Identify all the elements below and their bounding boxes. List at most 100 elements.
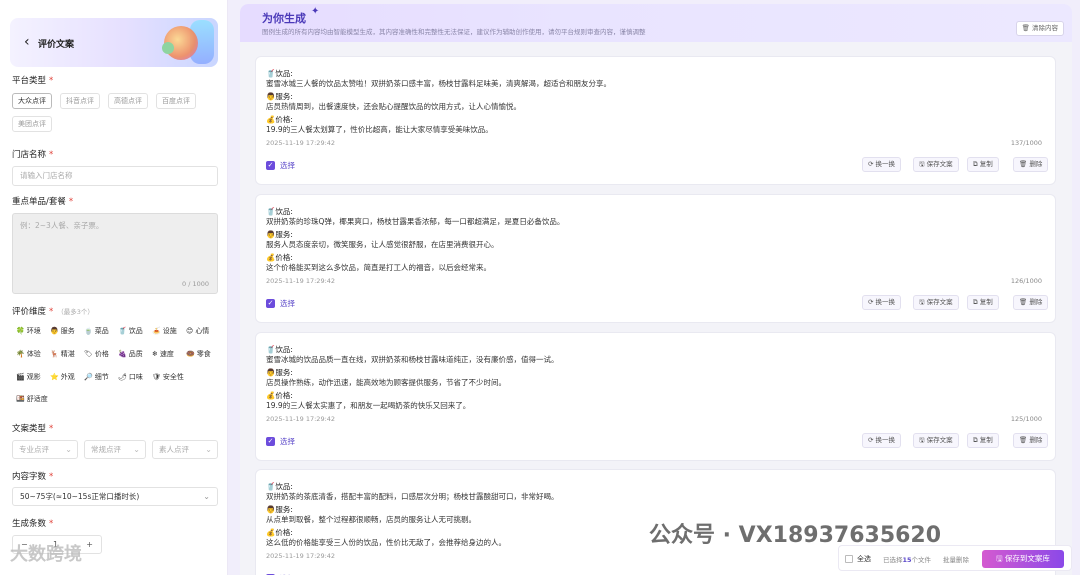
copytype-regular[interactable]: 常规点评 ⌄ xyxy=(84,440,146,459)
card-section-text: 双拼奶茶的茶底清香，搭配丰富的配料，口感层次分明；杨枝甘露酸甜可口，非常好喝。 xyxy=(266,492,559,501)
dim-speed[interactable]: ❄ 速度 xyxy=(152,349,174,359)
store-name-input[interactable]: 请输入门店名称 xyxy=(12,166,218,186)
save-copy-button[interactable]: 🖫 保存文案 xyxy=(913,157,959,172)
save-copy-button[interactable]: 🖫 保存文案 xyxy=(913,433,959,448)
dim-price[interactable]: 🏷 价格 xyxy=(84,349,109,359)
select-label: 选择 xyxy=(280,437,295,446)
product-textarea[interactable]: 例：2~3人餐、亲子票。 0 / 1000 xyxy=(12,213,218,294)
card-section-text: 19.9的三人餐太划算了，性价比超高，能让大家尽情享受美味饮品。 xyxy=(266,125,493,134)
dim-quality[interactable]: 🍇 品质 xyxy=(118,349,143,359)
bulk-action-bar: 全选 已选择15个文件 批量删除 🖫 保存到文案库 xyxy=(838,545,1072,571)
select-all-checkbox[interactable] xyxy=(845,555,853,563)
batch-delete-button[interactable]: 批量删除 xyxy=(943,554,969,564)
star-icon: ⭐ xyxy=(50,373,59,381)
copy-button[interactable]: ⧉ 复制 xyxy=(967,295,999,310)
platform-option-gaode[interactable]: 高德点评 xyxy=(108,93,148,109)
copytype-professional[interactable]: 专业点评 ⌄ xyxy=(12,440,78,459)
result-card: 🥤饮品: 双拼奶茶的珍珠Q弹，椰果爽口，杨枝甘露果香浓郁，每一口都超满足，是夏日… xyxy=(255,194,1056,323)
copytype-amateur[interactable]: 素人点评 ⌄ xyxy=(152,440,218,459)
gen-count-label: 生成条数 * xyxy=(12,519,54,529)
noodle-icon: 🍝 xyxy=(152,327,161,335)
product-label: 重点单品/套餐 * xyxy=(12,197,74,207)
copy-button[interactable]: ⧉ 复制 xyxy=(967,433,999,448)
card-section-text: 这个价格能买到这么多饮品，简直是打工人的福音，以后会经常来。 xyxy=(266,263,491,272)
back-arrow-icon[interactable]: ‹ xyxy=(24,35,30,49)
select-checkbox[interactable]: ✓ xyxy=(266,299,275,308)
clapper-icon: 🎬 xyxy=(16,373,25,381)
drink-icon: 🥤 xyxy=(118,327,127,335)
save-to-library-button[interactable]: 🖫 保存到文案库 xyxy=(982,550,1064,568)
regenerate-button[interactable]: ⟳ 换一换 xyxy=(862,433,902,448)
card-char-count: 126/1000 xyxy=(1010,277,1042,285)
card-char-count: 125/1000 xyxy=(1010,415,1042,423)
dim-skill[interactable]: 🦌 精湛 xyxy=(50,349,75,359)
card-section-text: 从点单到取餐，整个过程都很顺畅，店员的服务让人无可挑剔。 xyxy=(266,515,476,524)
card-timestamp: 2025-11-19 17:29:42 xyxy=(266,552,336,560)
card-section-text: 服务人员态度亲切，微笑服务，让人感觉很舒服，在店里消费很开心。 xyxy=(266,240,499,249)
copytype-label: 文案类型 * xyxy=(12,424,54,434)
platform-option-baidu[interactable]: 百度点评 xyxy=(156,93,196,109)
delete-button[interactable]: 🗑 删除 xyxy=(1013,295,1049,310)
smile-icon: 😊 xyxy=(186,327,194,335)
dim-snacks[interactable]: 🍩 零食 xyxy=(186,349,211,359)
dim-experience[interactable]: 🌴 体验 xyxy=(16,349,41,359)
dim-drinks[interactable]: 🥤 饮品 xyxy=(118,326,143,336)
dim-comfort[interactable]: 🍱 舒适度 xyxy=(16,394,48,404)
dim-safety[interactable]: 🛡 安全性 xyxy=(152,372,184,382)
select-checkbox[interactable]: ✓ xyxy=(266,437,275,446)
platform-option-meituan[interactable]: 美团点评 xyxy=(12,116,52,132)
dims-label: 评价维度 * （最多3个） xyxy=(12,307,94,317)
card-timestamp: 2025-11-19 17:29:42 xyxy=(266,277,336,285)
config-panel: ‹ 评价文案 平台类型 * 大众点评 抖音点评 高德点评 百度点评 美团点评 门店… xyxy=(0,0,228,575)
wordcount-label: 内容字数 * xyxy=(12,472,54,482)
wordcount-select[interactable]: 50~75字(≈10~15s正常口播时长) ⌄ xyxy=(12,487,218,506)
bowl-icon: 🍵 xyxy=(84,327,93,335)
select-checkbox[interactable]: ✓ xyxy=(266,161,275,170)
card-section-text: 店员操作熟练，动作迅速，能高效地为顾客提供服务，节省了不少时间。 xyxy=(266,378,506,387)
copy-button[interactable]: ⧉ 复制 xyxy=(967,157,999,172)
dim-movie[interactable]: 🎬 观影 xyxy=(16,372,41,382)
selected-count: 已选择15个文件 xyxy=(883,556,932,564)
dim-taste[interactable]: 🌶 口味 xyxy=(118,372,143,382)
result-card: 🥤饮品: 蜜雪冰城的饮品品质一直在线，双拼奶茶和杨枝甘露味道纯正，没有廉价感，值… xyxy=(255,332,1056,461)
results-disclaimer: 图例生成的所有内容均由智能模型生成，其内容准确性和完整性无法保证，建议作为辅助创… xyxy=(262,28,646,36)
card-section-text: 19.9的三人餐太实惠了，和朋友一起喝奶茶的快乐又回来了。 xyxy=(266,401,471,410)
dim-details[interactable]: 🔎 细节 xyxy=(84,372,109,382)
magnifier-icon: 🔎 xyxy=(84,373,93,381)
store-label: 门店名称 * xyxy=(12,150,54,160)
regenerate-button[interactable]: ⟳ 换一换 xyxy=(862,157,902,172)
results-header: 为你生成 ✦ 图例生成的所有内容均由智能模型生成，其内容准确性和完整性无法保证，… xyxy=(240,4,1072,42)
card-char-count: 137/1000 xyxy=(1010,139,1042,147)
tag-icon: 🏷 xyxy=(84,350,93,358)
palm-icon: 🌴 xyxy=(16,350,25,358)
select-label: 选择 xyxy=(280,161,295,170)
chili-icon: 🌶 xyxy=(118,373,127,381)
sparkle-icon: ✦ xyxy=(311,6,320,17)
grape-icon: 🍇 xyxy=(118,350,127,358)
dim-service[interactable]: 👨 服务 xyxy=(50,326,75,336)
plus-icon[interactable]: + xyxy=(86,536,93,553)
platform-label: 平台类型 * xyxy=(12,76,54,86)
save-copy-button[interactable]: 🖫 保存文案 xyxy=(913,295,959,310)
chevron-down-icon: ⌄ xyxy=(65,445,72,454)
platform-option-douyin[interactable]: 抖音点评 xyxy=(60,93,100,109)
delete-button[interactable]: 🗑 删除 xyxy=(1013,433,1049,448)
dim-dishes[interactable]: 🍵 菜品 xyxy=(84,326,109,336)
product-char-count: 0 / 1000 xyxy=(182,280,209,288)
card-section-text: 这么低的价格能享受三人份的饮品，性价比无敌了，会推荐给身边的人。 xyxy=(266,538,506,547)
dim-appearance[interactable]: ⭐ 外观 xyxy=(50,372,75,382)
product-placeholder: 例：2~3人餐、亲子票。 xyxy=(20,221,104,230)
person-icon: 👨 xyxy=(50,327,59,335)
delete-button[interactable]: 🗑 删除 xyxy=(1013,157,1049,172)
platform-option-dianping[interactable]: 大众点评 xyxy=(12,93,52,109)
dim-mood[interactable]: 😊 心情 xyxy=(186,326,209,336)
decoration-illustration xyxy=(162,42,174,54)
dim-environment[interactable]: 🍀 环境 xyxy=(16,326,41,336)
dim-facilities[interactable]: 🍝 设施 xyxy=(152,326,177,336)
results-title: 为你生成 xyxy=(262,12,306,25)
card-section-text: 店员热情周到，出餐速度快，还会贴心提醒饮品的饮用方式，让人心情愉悦。 xyxy=(266,102,521,111)
select-all-label[interactable]: 全选 xyxy=(857,554,871,564)
clear-content-button[interactable]: 🗑 清除内容 xyxy=(1015,21,1064,36)
card-timestamp: 2025-11-19 17:29:42 xyxy=(266,139,336,147)
regenerate-button[interactable]: ⟳ 换一换 xyxy=(862,295,902,310)
